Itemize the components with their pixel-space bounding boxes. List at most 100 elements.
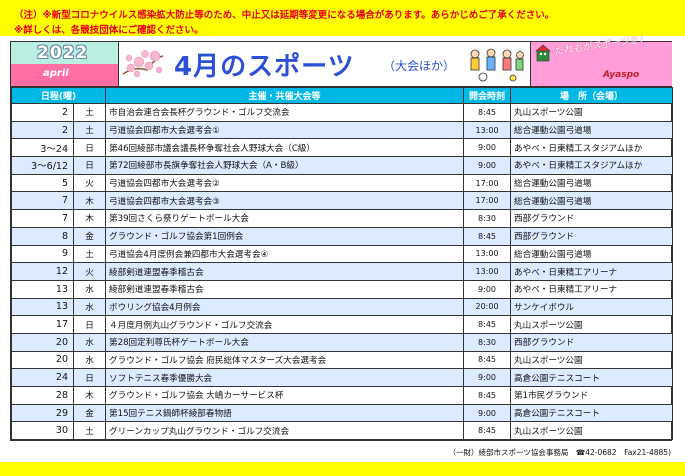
cell-date: 17 bbox=[11, 315, 74, 334]
cell-date: 2 bbox=[11, 103, 74, 122]
header-venue: 場 所（会場） bbox=[510, 87, 674, 104]
table-row: 7 木弓道協会四都市大会選考会③ 17:00 総合運動公園弓道場 bbox=[11, 191, 674, 211]
cell-start-time: 13:00 bbox=[463, 262, 512, 281]
sports-people-icon bbox=[470, 48, 524, 82]
cell-day-of-week: 木 bbox=[72, 209, 107, 228]
cell-event: グラウンド・ゴルフ協会第1回例会 bbox=[105, 226, 465, 246]
cell-event: 弓道協会四都市大会選考会③ bbox=[105, 191, 465, 211]
cell-event: グリーンカップ丸山グラウンド・ゴルフ交流会 bbox=[105, 421, 465, 441]
cell-day-of-week: 日 bbox=[72, 315, 107, 334]
cell-event: 弓道協会4月度例会兼四都市大会選考会④ bbox=[105, 244, 465, 264]
cell-date: 7 bbox=[11, 209, 74, 228]
year-label: 2022 bbox=[37, 43, 89, 63]
notice-line-1: （注）※新型コロナウイルス感染拡大防止等のため、中止又は延期等変更になる場合があ… bbox=[14, 10, 555, 21]
cell-venue: 総合運動公園弓道場 bbox=[510, 173, 674, 193]
event-schedule-table: 日程(曜) 主催・共催大会等 開会時刻 場 所（会場） 2 土市自治会連合会長杯グ… bbox=[10, 87, 674, 441]
table-row: 12 火綾部剣道連盟春季稽古会 13:00 あやべ・日東精工アリーナ bbox=[11, 262, 674, 281]
cell-start-time: 13:00 bbox=[463, 244, 512, 264]
cell-date: 8 bbox=[11, 226, 74, 246]
table-row: 8 金グラウンド・ゴルフ協会第1回例会 8:45 西部グラウンド bbox=[11, 226, 674, 246]
cell-event: 市自治会連合会長杯グラウンド・ゴルフ交流会 bbox=[105, 103, 465, 122]
cell-event: ボウリング協会4月例会 bbox=[105, 297, 465, 317]
cell-day-of-week: 土 bbox=[72, 421, 107, 441]
cell-day-of-week: 金 bbox=[72, 403, 107, 423]
cell-start-time: 9:00 bbox=[463, 156, 512, 175]
cell-date: 3～24 bbox=[11, 138, 74, 158]
brand-logo: Ayaspo bbox=[603, 70, 640, 80]
cell-day-of-week: 日 bbox=[72, 368, 107, 387]
cell-event: 第39回さくら祭りゲートボール大会 bbox=[105, 209, 465, 228]
cell-date: 5 bbox=[11, 173, 74, 193]
cell-day-of-week: 日 bbox=[72, 156, 107, 175]
cell-start-time: 8:30 bbox=[463, 332, 512, 352]
notice-banner: （注）※新型コロナウイルス感染拡大防止等のため、中止又は延期等変更になる場合があ… bbox=[0, 0, 685, 36]
cell-date: 7 bbox=[11, 191, 74, 211]
table-row: 28 木グラウンド・ゴルフ協会 大嶋カーサービス杯 8:45 第1市民グラウンド bbox=[11, 386, 674, 405]
cell-day-of-week: 土 bbox=[72, 244, 107, 264]
cherry-blossom-icon bbox=[122, 50, 164, 78]
cell-date: 24 bbox=[11, 368, 74, 387]
year-cell: 2022 april bbox=[11, 42, 119, 87]
cell-date: 29 bbox=[11, 403, 74, 423]
cell-venue: 高倉公園テニスコート bbox=[510, 403, 674, 423]
cell-date: 30 bbox=[11, 421, 74, 441]
cell-venue: 高倉公園テニスコート bbox=[510, 368, 674, 387]
month-band: april bbox=[11, 64, 118, 86]
cell-date: 2 bbox=[11, 120, 74, 140]
table-row: 30 土グリーンカップ丸山グラウンド・ゴルフ交流会 8:45 丸山スポーツ公園 bbox=[11, 421, 674, 441]
cell-start-time: 9:00 bbox=[463, 368, 512, 387]
cell-event: 第28回定利尊氏杯ゲートボール大会 bbox=[105, 332, 465, 352]
cell-venue: 西部グラウンド bbox=[510, 209, 674, 228]
cell-venue: 丸山スポーツ公園 bbox=[510, 350, 674, 370]
cell-start-time: 8:45 bbox=[463, 350, 512, 370]
cell-event: 綾部剣道連盟春季稽古会 bbox=[105, 279, 465, 299]
cell-day-of-week: 水 bbox=[72, 332, 107, 352]
cell-event: 第15回テニス鍋師杯綾部春物語 bbox=[105, 403, 465, 423]
table-row: 20 水第28回定利尊氏杯ゲートボール大会 8:30 西部グラウンド bbox=[11, 332, 674, 352]
table-row: 24 日ソフトテニス春季優勝大会 9:00 高倉公園テニスコート bbox=[11, 368, 674, 387]
cell-day-of-week: 水 bbox=[72, 350, 107, 370]
cell-start-time: 9:00 bbox=[463, 279, 512, 299]
contact-footer: （一財）綾部市スポーツ協会事務局 ☎42-0682 Fax21-4885) bbox=[448, 448, 671, 457]
notice-line-2: ※詳しくは、各競技団体にご確認ください。 bbox=[14, 25, 204, 36]
cell-venue: あやべ・日東精工スタジアムほか bbox=[510, 156, 674, 175]
cell-venue: 西部グラウンド bbox=[510, 226, 674, 246]
cell-start-time: 8:30 bbox=[463, 209, 512, 228]
table-row: 5 火弓道協会四都市大会選考会② 17:00 総合運動公園弓道場 bbox=[11, 173, 674, 193]
page-subtitle: （大会ほか） bbox=[383, 59, 456, 73]
cell-date: 20 bbox=[11, 350, 74, 370]
table-row: 3～6/12 日第72回綾部市長旗争奪社会人野球大会（A・B級） 9:00 あやべ・日… bbox=[11, 156, 674, 175]
cell-venue: 第1市民グラウンド bbox=[510, 386, 674, 405]
cell-event: 第46回綾部市議会議長杯争奪社会人野球大会（C級） bbox=[105, 138, 465, 158]
cell-day-of-week: 水 bbox=[72, 297, 107, 317]
cell-start-time: 9:00 bbox=[463, 138, 512, 158]
cell-date: 13 bbox=[11, 279, 74, 299]
logo-cell: たれもがスポーツを！ Ayaspo bbox=[531, 33, 672, 87]
cell-day-of-week: 金 bbox=[72, 226, 107, 246]
cell-venue: 総合運動公園弓道場 bbox=[510, 120, 674, 140]
table-row: 2 土市自治会連合会長杯グラウンド・ゴルフ交流会 8:45 丸山スポーツ公園 bbox=[11, 103, 674, 122]
cell-start-time: 8:45 bbox=[463, 386, 512, 405]
cell-venue: 丸山スポーツ公園 bbox=[510, 315, 674, 334]
cell-start-time: 8:45 bbox=[463, 103, 512, 122]
header-event: 主催・共催大会等 bbox=[105, 87, 465, 104]
cell-start-time: 17:00 bbox=[463, 173, 512, 193]
cell-date: 20 bbox=[11, 332, 74, 352]
cell-venue: 丸山スポーツ公園 bbox=[510, 103, 674, 122]
cell-date: 28 bbox=[11, 386, 74, 405]
cell-venue: 総合運動公園弓道場 bbox=[510, 191, 674, 211]
cell-event: 綾部剣道連盟春季稽古会 bbox=[105, 262, 465, 281]
cell-start-time: 13:00 bbox=[463, 120, 512, 140]
cell-date: 12 bbox=[11, 262, 74, 281]
bottom-strip bbox=[0, 462, 685, 476]
cell-day-of-week: 土 bbox=[72, 103, 107, 122]
cell-event: 弓道協会四都市大会選考会① bbox=[105, 120, 465, 140]
table-row: 13 水綾部剣道連盟春季稽古会 9:00 あやべ・日東精工アリーナ bbox=[11, 279, 674, 299]
cell-day-of-week: 木 bbox=[72, 191, 107, 211]
cell-venue: あやべ・日東精工スタジアムほか bbox=[510, 138, 674, 158]
cell-venue: サンケイボウル bbox=[510, 297, 674, 317]
schedule-frame: 2022 april 4月のスポーツ （大会ほか） たれもがスポーツを！ Aya… bbox=[10, 33, 674, 441]
month-word: april bbox=[43, 68, 69, 79]
cell-event: ４月度月例丸山グラウンド・ゴルフ交流会 bbox=[105, 315, 465, 334]
cell-date: 3～6/12 bbox=[11, 156, 74, 175]
